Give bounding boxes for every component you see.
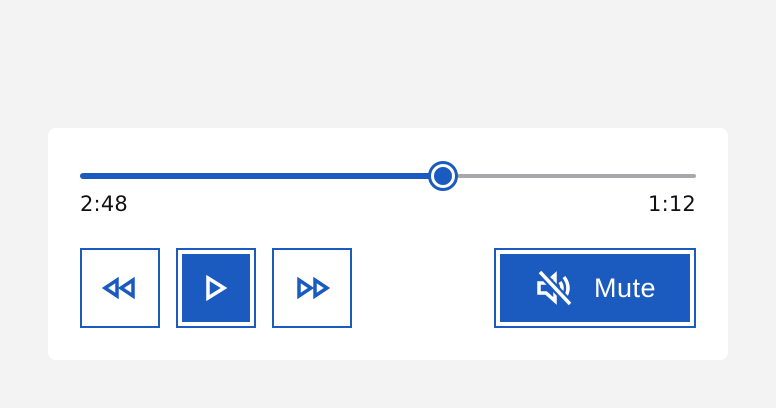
mute-button-fill: Mute: [500, 254, 690, 322]
seek-thumb[interactable]: [428, 161, 459, 191]
speaker-muted-icon: [534, 268, 574, 308]
rewind-icon: [102, 276, 138, 300]
play-button[interactable]: [176, 248, 256, 328]
rewind-button[interactable]: [80, 248, 160, 328]
elapsed-time: 2:48: [80, 192, 128, 216]
mute-button[interactable]: Mute: [494, 248, 696, 328]
seek-bar[interactable]: [80, 161, 696, 191]
play-button-fill: [182, 254, 250, 322]
remaining-time: 1:12: [648, 192, 696, 216]
fast-forward-button[interactable]: [272, 248, 352, 328]
media-player: 2:48 1:12 Mute: [48, 128, 728, 360]
mute-label: Mute: [593, 272, 657, 303]
play-icon: [204, 275, 228, 301]
seek-progress-fill: [80, 173, 443, 179]
fast-forward-icon: [294, 276, 330, 300]
